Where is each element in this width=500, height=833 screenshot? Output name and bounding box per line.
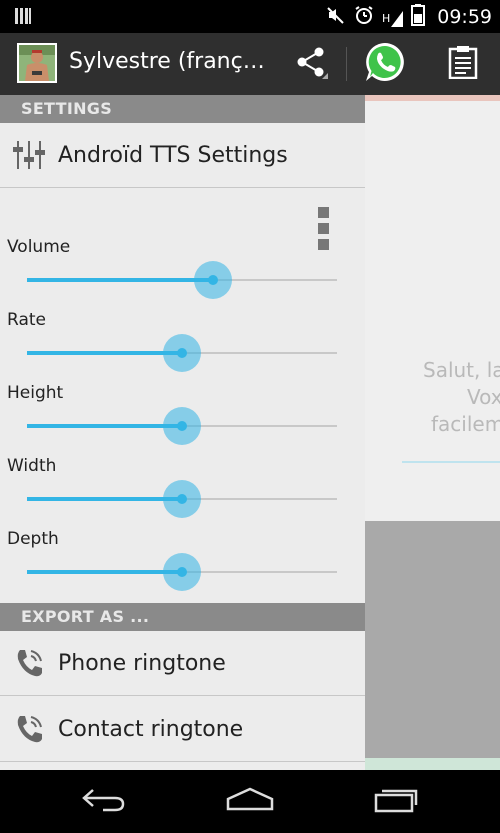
slider-thumb-dot [177,567,187,577]
main-text-line: Vox [467,385,500,409]
slider-thumb-dot [177,494,187,504]
phone-ringing-icon [0,697,58,762]
card-accent [365,95,500,101]
alarm-icon [354,5,374,29]
main-bottom-strip [365,758,500,770]
slider-thumb-dot [177,348,187,358]
width-slider[interactable] [27,479,337,519]
tts-settings-item[interactable]: Androïd TTS Settings [0,123,365,188]
width-label: Width [7,456,57,476]
clipboard-icon [448,45,478,83]
volume-label: Volume [7,237,71,257]
back-icon [81,787,127,817]
main-text-line: facilem [431,412,500,436]
rate-label: Rate [7,310,46,330]
status-bar: H 09:59 [0,0,500,33]
height-slider[interactable] [27,406,337,446]
signal-icon: H [381,7,404,27]
network-type-label: H [381,11,391,25]
back-button[interactable] [64,782,144,822]
slider-fill [27,497,182,501]
tts-settings-label: Androïd TTS Settings [58,142,288,168]
phone-ringing-icon [0,631,58,696]
action-divider [346,47,347,81]
recents-icon [373,787,419,817]
mute-icon [326,5,346,29]
avatar[interactable] [17,43,57,83]
whatsapp-icon [364,41,406,87]
rate-slider[interactable] [27,333,337,373]
share-button[interactable] [276,41,346,87]
contact-ringtone-item[interactable]: Contact ringtone [0,697,365,762]
page-title: Sylvestre (franç… [69,49,265,74]
export-header: EXPORT AS ... [0,603,365,631]
height-label: Height [7,383,64,403]
volume-slider[interactable] [27,260,337,300]
slider-fill [27,570,182,574]
slider-fill [27,424,182,428]
recents-button[interactable] [356,782,436,822]
slider-thumb-dot [208,275,218,285]
share-icon [294,45,328,83]
home-button[interactable] [210,782,290,822]
equalizer-icon [0,123,58,188]
contact-ringtone-label: Contact ringtone [58,716,244,742]
main-text: Salut, la Vox facilem [423,357,500,438]
clock: 09:59 [437,5,492,28]
main-card: Salut, la Vox facilem [365,95,500,521]
main-text-line: Salut, la [423,358,500,382]
slider-thumb-dot [177,421,187,431]
battery-icon [411,3,426,30]
clipboard-button[interactable] [432,41,494,87]
depth-slider[interactable] [27,552,337,592]
notification-bars-icon [14,7,32,29]
home-icon [225,787,275,817]
settings-header: SETTINGS [0,95,365,123]
navigation-bar [0,770,500,833]
overflow-menu-icon[interactable] [318,207,330,251]
whatsapp-button[interactable] [348,39,422,89]
phone-ringtone-item[interactable]: Phone ringtone [0,631,365,696]
text-input-underline[interactable] [402,461,500,463]
navigation-drawer: SETTINGS Androïd TTS Settings Volume Rat… [0,95,365,770]
depth-label: Depth [7,529,59,549]
slider-fill [27,278,213,282]
action-bar: Sylvestre (franç… [0,33,500,95]
phone-ringtone-label: Phone ringtone [58,650,226,676]
main-lower-area [365,521,500,770]
slider-fill [27,351,182,355]
